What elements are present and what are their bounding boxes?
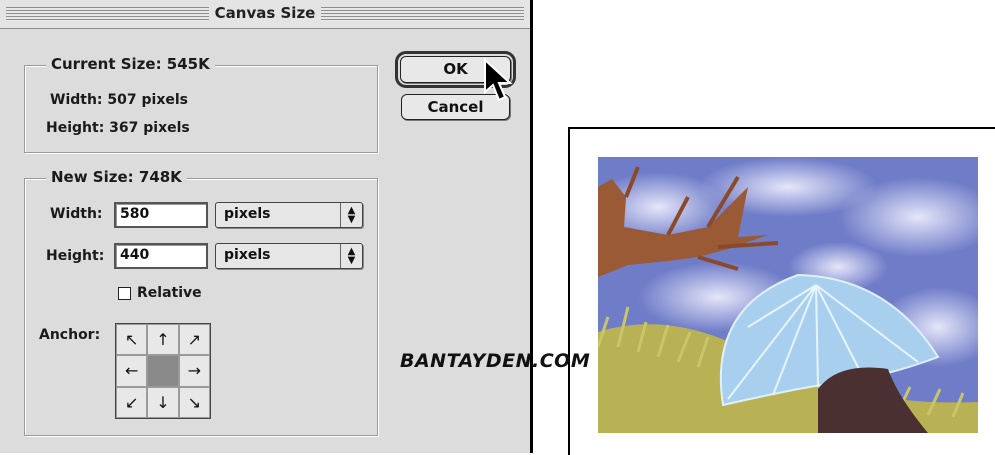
current-size-group (24, 65, 378, 153)
anchor-label: Anchor: (39, 327, 101, 343)
height-input[interactable]: 440 (114, 243, 208, 269)
anchor-top-right[interactable]: ↗ (178, 324, 210, 356)
height-unit-arrows-icon: ▲ ▼ (340, 244, 362, 268)
arrow-cursor-icon (484, 58, 513, 102)
anchor-bottom-right[interactable]: ↘ (178, 386, 210, 418)
anchor-center[interactable] (147, 355, 179, 387)
dialog-title-wrap: Canvas Size (0, 4, 530, 22)
new-height-label: Height: (46, 248, 105, 264)
height-unit-select[interactable]: pixels ▲ ▼ (215, 243, 363, 269)
height-unit-value: pixels (224, 247, 271, 263)
anchor-top-left[interactable]: ↖ (116, 324, 148, 356)
anchor-bottom[interactable]: ↓ (147, 386, 179, 418)
dialog-title: Canvas Size (208, 4, 322, 22)
current-height-label: Height: 367 pixels (46, 120, 190, 136)
anchor-left[interactable]: ← (116, 355, 148, 387)
width-unit-value: pixels (224, 206, 271, 222)
dialog-titlebar[interactable]: Canvas Size (0, 0, 530, 29)
umbrella-painting (598, 157, 978, 433)
document-canvas (568, 127, 995, 455)
anchor-top[interactable]: ↑ (147, 324, 179, 356)
current-size-legend: Current Size: 545K (46, 55, 215, 73)
width-unit-arrows-icon: ▲ ▼ (340, 203, 362, 227)
anchor-grid: ↖ ↑ ↗ ← → ↙ ↓ ↘ (115, 323, 211, 419)
new-width-label: Width: (50, 206, 103, 222)
relative-checkbox[interactable] (118, 287, 131, 300)
canvas-size-dialog: Canvas Size Current Size: 545K Width: 50… (0, 0, 533, 453)
new-size-legend: New Size: 748K (46, 168, 187, 186)
relative-label: Relative (137, 285, 202, 301)
watermark-text: BANTAYDEN.COM (400, 350, 591, 372)
width-unit-select[interactable]: pixels ▲ ▼ (215, 202, 363, 228)
width-input[interactable]: 580 (114, 202, 208, 228)
anchor-right[interactable]: → (178, 355, 210, 387)
anchor-bottom-left[interactable]: ↙ (116, 386, 148, 418)
current-width-label: Width: 507 pixels (50, 92, 188, 108)
